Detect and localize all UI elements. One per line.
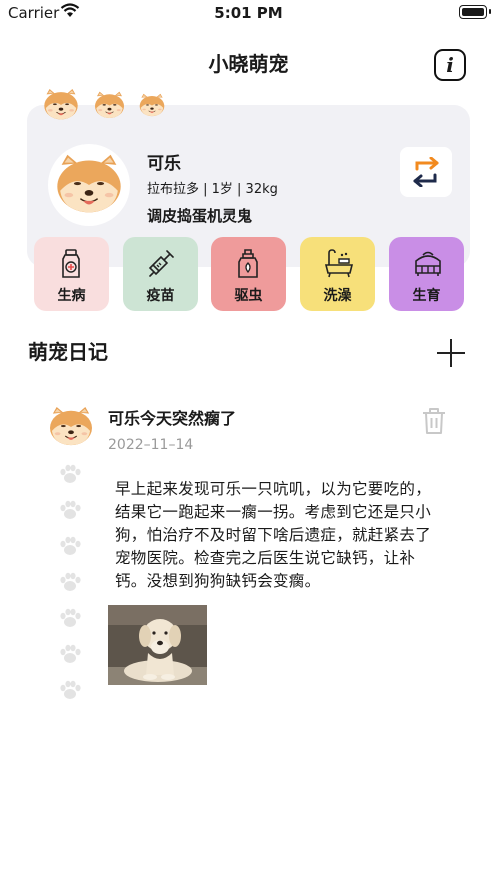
shiba-icon[interactable] xyxy=(93,91,126,120)
pet-info: 拉布拉多 | 1岁 | 32kg xyxy=(147,182,278,197)
category-label: 生育 xyxy=(412,288,441,304)
switch-pet-button[interactable] xyxy=(400,147,452,197)
clock: 5:01 PM xyxy=(214,4,283,22)
diary-section-title: 萌宠日记 xyxy=(28,340,108,364)
shiba-icon xyxy=(56,154,122,214)
bathtub-icon xyxy=(324,249,354,278)
diary-entry-text: 早上起来发现可乐一只吭叽，以为它要吃的，结果它一跑起来一瘸一拐。考虑到它还是只小… xyxy=(115,480,432,590)
page-title: 小晓萌宠 xyxy=(208,52,289,76)
diary-entry-title[interactable]: 可乐今天突然瘸了 xyxy=(108,405,236,429)
pet-name: 可乐 xyxy=(147,154,181,174)
syringe-icon xyxy=(148,250,174,277)
paw-icon xyxy=(60,572,81,591)
paw-icon xyxy=(60,644,81,663)
pet-tagline: 调皮捣蛋机灵鬼 xyxy=(147,207,253,225)
category-label: 洗澡 xyxy=(323,288,352,304)
shiba-icon[interactable] xyxy=(138,93,166,118)
paw-icon xyxy=(60,536,81,555)
category-vaccine-button[interactable]: 疫苗 xyxy=(123,237,198,311)
category-breed-button[interactable]: 生育 xyxy=(389,237,464,311)
shiba-icon[interactable] xyxy=(42,88,80,122)
shiba-icon xyxy=(49,406,93,446)
diary-entry-photo[interactable] xyxy=(108,605,207,685)
paw-icon xyxy=(60,464,81,483)
category-deworm-button[interactable]: 驱虫 xyxy=(211,237,286,311)
info-button[interactable]: i xyxy=(434,49,466,81)
battery-icon xyxy=(459,5,491,19)
pet-avatar[interactable] xyxy=(48,144,130,226)
category-bath-button[interactable]: 洗澡 xyxy=(300,237,375,311)
spray-bottle-icon xyxy=(238,249,258,278)
category-label: 生病 xyxy=(57,288,86,304)
info-icon: i xyxy=(446,53,454,77)
medicine-bottle-icon xyxy=(62,249,80,278)
category-label: 驱虫 xyxy=(234,288,263,304)
category-label: 疫苗 xyxy=(146,288,175,304)
pet-carrier-icon xyxy=(415,251,441,276)
paw-icon xyxy=(60,500,81,519)
dog-photo xyxy=(108,605,207,685)
paw-icon xyxy=(60,680,81,699)
paw-icon xyxy=(60,608,81,627)
swap-arrows-icon xyxy=(413,157,439,187)
add-diary-button[interactable] xyxy=(437,339,465,367)
category-illness-button[interactable]: 生病 xyxy=(34,237,109,311)
delete-diary-button[interactable] xyxy=(421,407,447,435)
trash-icon xyxy=(423,408,445,434)
diary-entry-date: 2022–11–14 xyxy=(108,437,194,453)
status-bar: Carrier 5:01 PM xyxy=(0,0,497,28)
